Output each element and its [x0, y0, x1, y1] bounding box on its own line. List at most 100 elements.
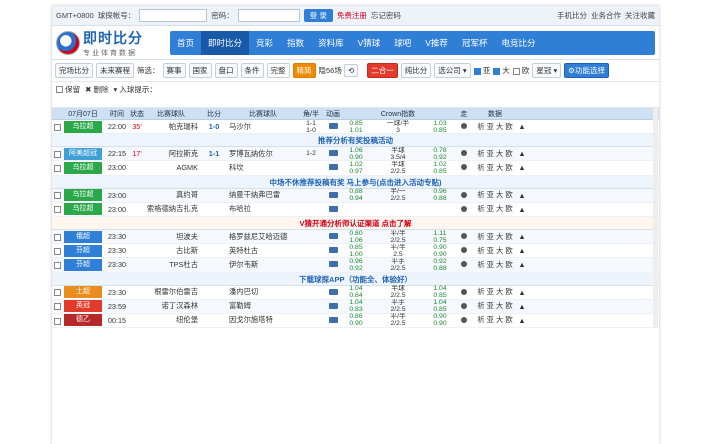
complete-scores-button[interactable]: 完场比分 [55, 63, 93, 78]
pin-icon[interactable]: ▲ [517, 316, 527, 325]
league-badge[interactable]: 乌拉超 [64, 161, 102, 174]
match-score[interactable]: 1-0 [201, 122, 227, 131]
analysis-links[interactable]: 析 亚 大 欧 [473, 163, 517, 173]
away-team[interactable]: 英特杜古 [227, 246, 297, 256]
trend-icon[interactable] [461, 261, 467, 268]
analysis-links[interactable]: 析 亚 大 欧 [473, 149, 517, 159]
home-team[interactable]: TPS杜古 [144, 260, 201, 270]
home-team[interactable]: 阿拉斯克 [144, 149, 201, 159]
analysis-links[interactable]: 析 亚 大 欧 [473, 204, 517, 214]
trend-icon[interactable] [461, 302, 467, 309]
animation-icon[interactable] [328, 150, 338, 157]
league-badge[interactable]: 芬超 [64, 244, 102, 257]
pin-icon[interactable]: ▲ [517, 191, 527, 200]
animation-icon[interactable] [328, 302, 338, 309]
animation-icon[interactable] [328, 288, 338, 295]
pin-icon[interactable]: ▲ [517, 163, 527, 172]
over-checkbox[interactable]: 大 [493, 65, 510, 76]
away-team[interactable]: 伊尔韦斯 [227, 260, 297, 270]
league-badge[interactable]: 土超 [64, 286, 102, 299]
row-checkbox[interactable] [53, 317, 61, 325]
table-row[interactable]: 芬超 23:30 古比斯 英特杜古 0.85 1.00 平/半 2.5 0.90 0.… [52, 244, 659, 259]
trend-icon[interactable] [461, 191, 467, 198]
animation-icon[interactable] [328, 261, 338, 268]
table-row[interactable]: 土超 23:30 根雷尔伯雷吉 潘内巴切 1.04 0.84 半球 2/2.5 1.… [52, 285, 659, 300]
nav-item-6[interactable]: 球吧 [387, 31, 418, 55]
away-team[interactable]: 纳曼干纳弗巴雷 [227, 190, 297, 200]
forgot-password-link[interactable]: 忘记密码 [371, 10, 401, 21]
logo[interactable]: 即时比分 专业体育数据 [52, 28, 170, 58]
euro-checkbox[interactable]: 欧 [512, 65, 529, 76]
league-badge[interactable]: 乌拉超 [64, 120, 102, 133]
nav-item-7[interactable]: V推荐 [418, 31, 455, 55]
restore-icon[interactable]: ⟲ [343, 64, 359, 77]
table-row[interactable]: 乌拉超 23:00 索格德纳吉扎克 布哈拉 析 亚 大 欧 ▲ [52, 203, 659, 217]
match-score[interactable]: 1-1 [201, 149, 227, 158]
away-team[interactable]: 因戈尔施塔特 [227, 315, 297, 325]
promo-banner[interactable]: 推荐分析有奖投稿活动 [52, 134, 659, 148]
analysis-links[interactable]: 析 亚 大 欧 [473, 122, 517, 132]
mobile-score-link[interactable]: 手机比分 [557, 10, 587, 21]
save-button[interactable]: 保留 [56, 84, 80, 95]
animation-icon[interactable] [328, 247, 338, 254]
table-row[interactable]: 德乙 00:15 纽伦堡 因戈尔施塔特 0.86 0.90 平/半 2/2.5 0.… [52, 313, 659, 329]
away-team[interactable]: 马沙尔 [227, 122, 297, 132]
promo-banner[interactable]: V猜开通分析师认证渠道 点击了解 [52, 216, 659, 230]
animation-icon[interactable] [328, 191, 338, 198]
pin-icon[interactable]: ▲ [517, 232, 527, 241]
table-row[interactable]: 英冠 23:59 诺丁汉森林 富勒姆 1.04 0.83 平手 2/2.5 1.04… [52, 299, 659, 314]
league-badge[interactable]: 乌拉超 [64, 203, 102, 216]
league-badge[interactable]: 英冠 [64, 300, 102, 313]
table-row[interactable]: 俄超 23:30 坦波夫 格罗兹尼艾哈迈德 0.80 1.06 平/半 2/2.5 … [52, 230, 659, 245]
home-team[interactable]: 帕克瑞科 [144, 122, 201, 132]
filter-handicap-button[interactable]: 盘口 [214, 63, 238, 78]
pin-icon[interactable]: ▲ [517, 205, 527, 214]
animation-icon[interactable] [328, 233, 338, 240]
table-row[interactable]: 阿美超冠 22:15 17' 阿拉斯克 1-1 罗博瓦纳佐尔 1-2 1.06 0… [52, 147, 659, 162]
function-select-button[interactable]: ⚙功能选择 [564, 63, 609, 78]
pin-icon[interactable]: ▲ [517, 302, 527, 311]
pin-icon[interactable]: ▲ [517, 149, 527, 158]
register-link[interactable]: 免费注册 [337, 10, 367, 21]
home-team[interactable]: 纽伦堡 [144, 315, 201, 325]
promo-banner[interactable]: 下载球探APP（功能全、体验好） [52, 272, 659, 286]
home-team[interactable]: 真约哥 [144, 190, 201, 200]
delete-button[interactable]: ✖ 删除 [85, 84, 108, 95]
nav-item-9[interactable]: 电竞比分 [494, 31, 542, 55]
row-checkbox[interactable] [53, 303, 61, 311]
filter-country-button[interactable]: 国家 [188, 63, 212, 78]
nav-item-3[interactable]: 指数 [280, 31, 311, 55]
trend-icon[interactable] [461, 247, 467, 254]
analysis-links[interactable]: 析 亚 大 欧 [473, 260, 517, 270]
analysis-links[interactable]: 析 亚 大 欧 [473, 190, 517, 200]
nav-item-2[interactable]: 竞彩 [249, 31, 280, 55]
row-checkbox[interactable] [53, 165, 61, 173]
pin-icon[interactable]: ▲ [517, 260, 527, 269]
animation-icon[interactable] [328, 316, 338, 323]
row-checkbox[interactable] [53, 233, 61, 241]
password-input[interactable] [237, 9, 300, 22]
timezone-label[interactable]: GMT+0800 [56, 11, 94, 20]
animation-icon[interactable] [328, 164, 338, 171]
analysis-links[interactable]: 析 亚 大 欧 [473, 301, 517, 311]
nav-item-8[interactable]: 冠军杯 [455, 31, 495, 55]
login-button[interactable]: 登 录 [303, 9, 333, 22]
filter-condition-button[interactable]: 条件 [240, 63, 264, 78]
trend-icon[interactable] [461, 164, 467, 171]
business-link[interactable]: 业务合作 [591, 10, 621, 21]
favorite-link[interactable]: 关注收藏 [625, 10, 655, 21]
animation-icon[interactable] [328, 123, 338, 130]
trend-icon[interactable] [461, 316, 467, 323]
sort-select[interactable]: 星冠 ▾ [532, 63, 562, 78]
row-checkbox[interactable] [53, 206, 61, 214]
filter-full-button[interactable]: 完整 [266, 63, 290, 78]
table-row[interactable]: 乌拉超 23:00 真约哥 纳曼干纳弗巴雷 0.88 0.94 半/一 2/2.5 … [52, 188, 659, 203]
away-team[interactable]: 格罗兹尼艾哈迈德 [227, 232, 297, 242]
trend-icon[interactable] [461, 288, 467, 295]
analysis-links[interactable]: 析 亚 大 欧 [473, 246, 517, 256]
filter-league-button[interactable]: 赛事 [162, 63, 186, 78]
pin-icon[interactable]: ▲ [517, 122, 527, 131]
row-checkbox[interactable] [53, 123, 61, 131]
league-badge[interactable]: 俄超 [64, 230, 102, 243]
home-team[interactable]: 古比斯 [144, 246, 201, 256]
